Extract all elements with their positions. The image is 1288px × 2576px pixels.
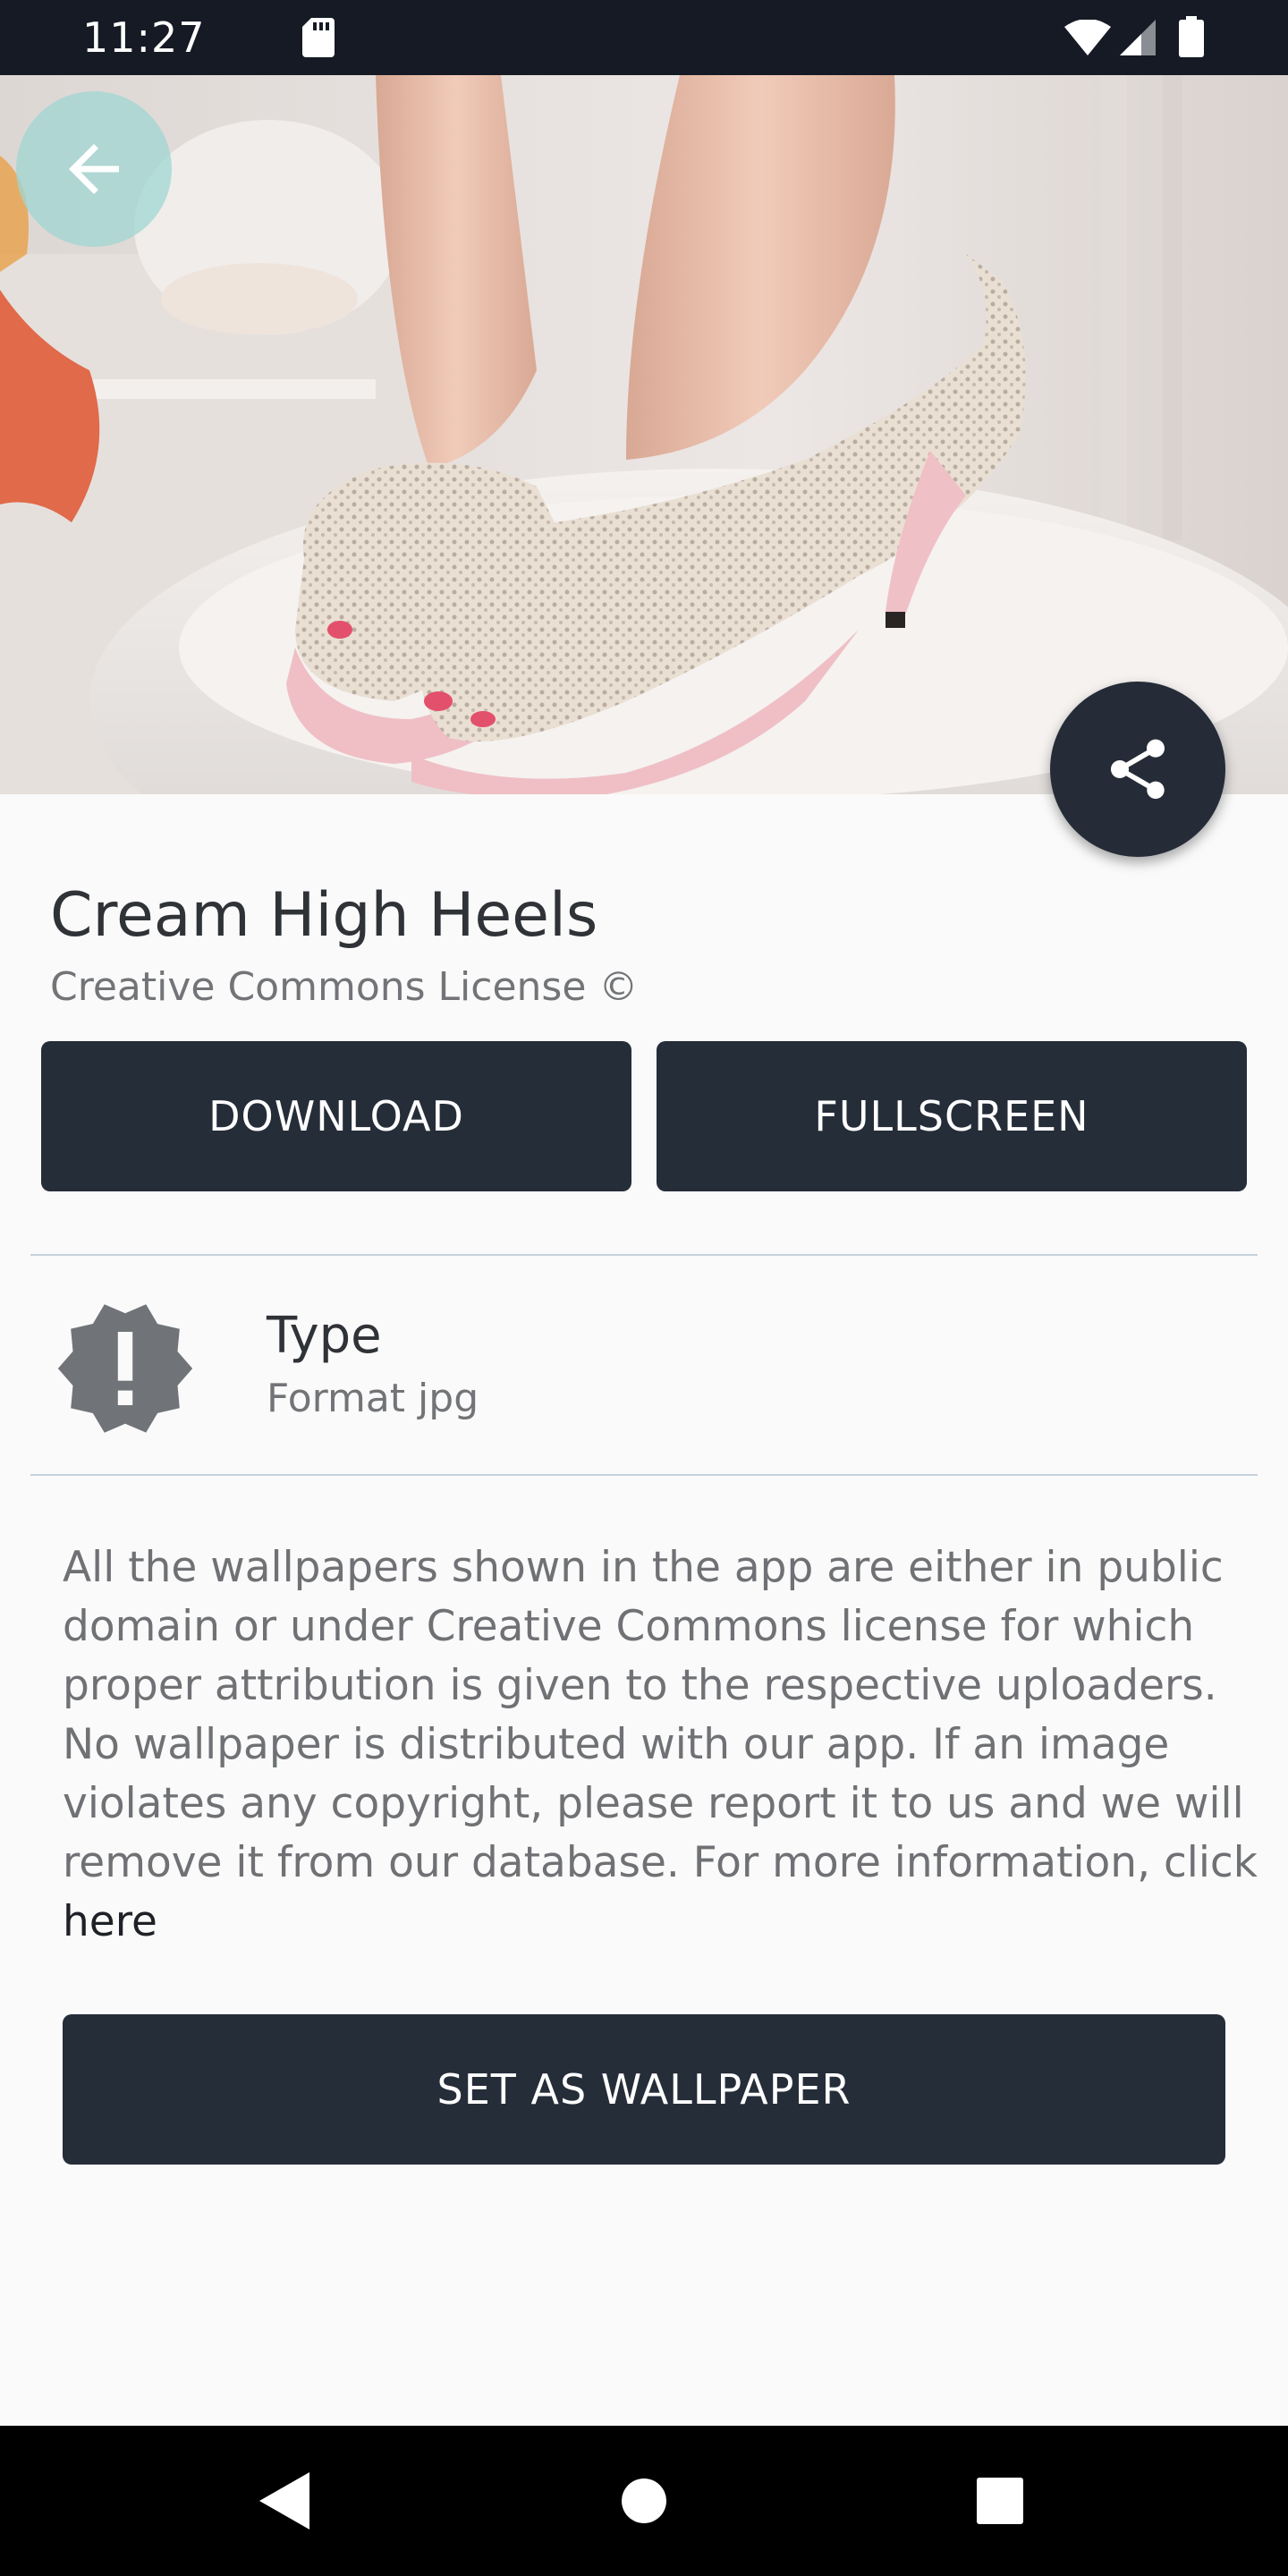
- share-icon: [1111, 739, 1165, 800]
- wifi-icon: [1064, 20, 1111, 55]
- disclaimer-text: All the wallpapers shown in the app are …: [63, 1538, 1258, 1952]
- divider: [30, 1474, 1258, 1476]
- nav-back-icon[interactable]: [258, 2470, 311, 2531]
- alert-badge-icon: [57, 1304, 193, 1433]
- signal-icon: [1120, 20, 1156, 55]
- share-button[interactable]: [1050, 682, 1225, 857]
- more-info-link[interactable]: here: [63, 1893, 1252, 1952]
- disclaimer-line: violates any copyright, please report it…: [63, 1779, 1244, 1828]
- divider: [30, 1254, 1258, 1256]
- disclaimer-line: All the wallpapers shown in the app are …: [63, 1543, 1224, 1592]
- fullscreen-button[interactable]: FULLSCREEN: [657, 1041, 1247, 1191]
- status-bar: 11:27: [0, 0, 1288, 75]
- set-as-wallpaper-button[interactable]: SET AS WALLPAPER: [63, 2014, 1225, 2165]
- status-time: 11:27: [82, 13, 206, 62]
- battery-icon: [1179, 16, 1204, 57]
- sd-card-icon: [302, 18, 335, 57]
- disclaimer-line: remove it from our database. For more in…: [63, 1838, 1258, 1887]
- navigation-bar: [0, 2426, 1288, 2576]
- nav-recent-apps-icon[interactable]: [977, 2478, 1023, 2524]
- license-label: Creative Commons License ©: [50, 964, 639, 1010]
- type-value: Format jpg: [267, 1376, 479, 1421]
- cream-high-heels-photo: [0, 75, 1288, 794]
- wallpaper-title: Cream High Heels: [50, 880, 598, 951]
- back-button[interactable]: [16, 91, 172, 247]
- disclaimer-line: domain or under Creative Commons license…: [63, 1602, 1195, 1651]
- wallpaper-image[interactable]: [0, 75, 1288, 794]
- download-button[interactable]: DOWNLOAD: [41, 1041, 631, 1191]
- arrow-left-icon: [69, 144, 119, 194]
- disclaimer-line: No wallpaper is distributed with our app…: [63, 1720, 1170, 1769]
- type-label: Type: [267, 1307, 382, 1365]
- nav-home-icon[interactable]: [621, 2478, 667, 2524]
- disclaimer-line: proper attribution is given to the respe…: [63, 1661, 1217, 1710]
